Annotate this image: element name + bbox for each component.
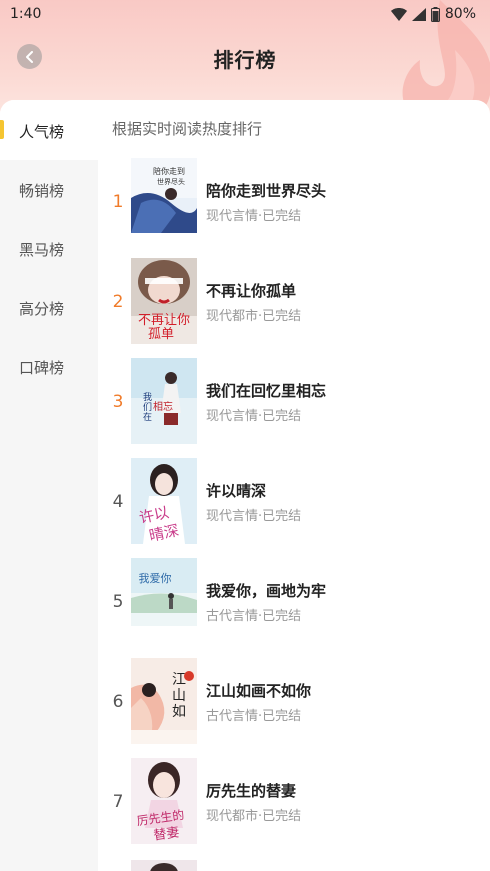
svg-text:我爱你: 我爱你 — [139, 572, 172, 585]
book-title: 我爱你，画地为牢 — [206, 582, 327, 600]
sidebar-item-popular[interactable]: 人气榜 — [0, 111, 98, 151]
svg-text:世界尽头: 世界尽头 — [157, 177, 185, 186]
book-item[interactable]: 2 不再让你 孤单 不再让你孤单 现代都市·已完结 — [98, 258, 490, 358]
book-cover-partial — [131, 858, 197, 871]
svg-text:相忘: 相忘 — [153, 400, 173, 413]
book-item[interactable]: 1 陪你走到 世界尽头 陪你走到世界尽头 现代言情·已完结 — [98, 158, 490, 258]
rank-number: 2 — [112, 292, 124, 312]
chevron-left-icon — [25, 50, 33, 63]
status-time: 1:40 — [10, 6, 42, 22]
battery-icon — [430, 6, 440, 22]
book-item[interactable]: 3 我 们 在 相忘 我们在回忆里相忘 现代言情·已完结 — [98, 358, 490, 458]
svg-text:山: 山 — [172, 688, 186, 704]
book-meta: 古代言情·已完结 — [206, 709, 302, 724]
book-cover: 我爱你 — [131, 558, 197, 644]
book-item[interactable]: 7 厉先生的 替妻 厉先生的替妻 现代都市·已完结 — [98, 758, 490, 858]
svg-text:们: 们 — [143, 401, 152, 413]
book-title: 厉先生的替妻 — [206, 782, 297, 800]
book-cover: 许以 晴深 — [131, 458, 197, 544]
book-cover: 江 山 如 — [131, 658, 197, 744]
svg-text:如: 如 — [172, 704, 186, 720]
sidebar-item-label: 人气榜 — [19, 122, 65, 141]
back-button[interactable] — [17, 44, 42, 69]
sidebar-item-label: 口碑榜 — [19, 358, 65, 377]
sidebar-item-reputation[interactable]: 口碑榜 — [0, 347, 98, 387]
sidebar-item-label: 黑马榜 — [19, 240, 65, 259]
status-bar: 1:40 80% — [0, 0, 490, 28]
book-item[interactable]: 4 许以 晴深 许以晴深 现代言情·已完结 — [98, 458, 490, 558]
rank-number: 6 — [112, 692, 124, 712]
book-meta: 现代都市·已完结 — [206, 809, 302, 824]
book-item[interactable]: 6 江 山 如 江山如画不如你 古代言情·已完结 — [98, 658, 490, 758]
svg-text:不再让你: 不再让你 — [138, 313, 190, 328]
wifi-icon — [390, 7, 407, 21]
rank-number: 1 — [112, 192, 124, 212]
book-meta: 现代言情·已完结 — [206, 409, 302, 424]
active-indicator — [0, 120, 4, 139]
list-subtitle: 根据实时阅读热度排行 — [112, 120, 263, 138]
book-cover: 厉先生的 替妻 — [131, 758, 197, 844]
book-cover: 陪你走到 世界尽头 — [131, 158, 197, 244]
ranking-list: 根据实时阅读热度排行 1 陪你走到 世界尽头 陪你走到世界尽头 现代言情·已完结 — [98, 100, 490, 871]
book-title: 许以晴深 — [206, 482, 267, 500]
svg-text:我: 我 — [143, 392, 152, 403]
book-meta: 现代言情·已完结 — [206, 509, 302, 524]
sidebar-item-highscore[interactable]: 高分榜 — [0, 288, 98, 328]
page-title: 排行榜 — [213, 47, 277, 72]
book-cover: 我 们 在 相忘 — [131, 358, 197, 444]
book-meta: 现代言情·已完结 — [206, 209, 302, 224]
book-meta: 古代言情·已完结 — [206, 609, 302, 624]
svg-text:江: 江 — [172, 672, 186, 688]
rank-number: 4 — [112, 492, 124, 512]
signal-icon — [411, 7, 426, 21]
book-cover: 不再让你 孤单 — [131, 258, 197, 344]
svg-text:孤单: 孤单 — [148, 327, 174, 342]
book-meta: 现代都市·已完结 — [206, 309, 302, 324]
sidebar-item-bestseller[interactable]: 畅销榜 — [0, 170, 98, 210]
book-title: 不再让你孤单 — [206, 282, 297, 300]
status-icons: 80% — [390, 6, 476, 22]
svg-text:陪你走到: 陪你走到 — [153, 166, 185, 176]
sidebar-item-darkhorse[interactable]: 黑马榜 — [0, 229, 98, 269]
svg-text:在: 在 — [143, 411, 152, 423]
book-title: 我们在回忆里相忘 — [206, 382, 327, 400]
rank-number: 7 — [112, 792, 124, 812]
ranking-panel: 人气榜 畅销榜 黑马榜 高分榜 口碑榜 根据实时阅读热度排行 1 陪你走到 世界… — [0, 100, 490, 871]
book-title: 江山如画不如你 — [206, 682, 312, 700]
rank-number: 5 — [112, 592, 124, 612]
book-title: 陪你走到世界尽头 — [206, 182, 327, 200]
rank-number: 3 — [112, 392, 124, 412]
book-item[interactable]: 5 我爱你 我爱你，画地为牢 古代言情·已完结 — [98, 558, 490, 658]
ranking-sidebar: 人气榜 畅销榜 黑马榜 高分榜 口碑榜 — [0, 100, 98, 871]
top-bar: 排行榜 — [0, 36, 490, 80]
battery-level: 80% — [444, 6, 476, 22]
sidebar-item-label: 畅销榜 — [19, 181, 65, 200]
sidebar-item-label: 高分榜 — [19, 299, 65, 318]
